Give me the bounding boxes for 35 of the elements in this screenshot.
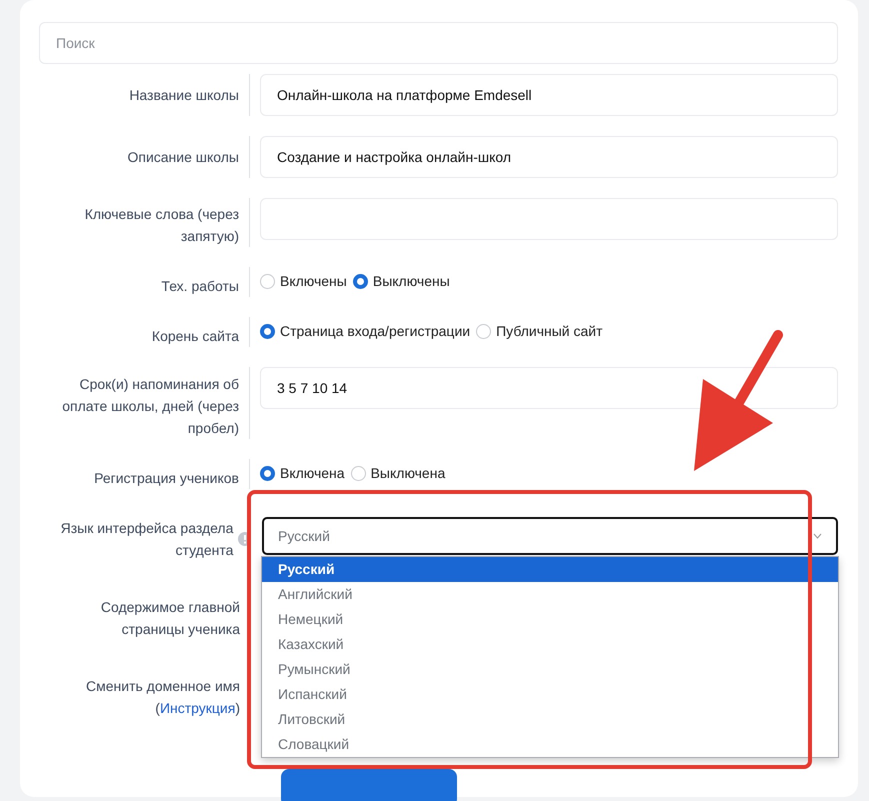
- radio-option[interactable]: Публичный сайт: [476, 321, 603, 342]
- dropdown-option[interactable]: Английский: [262, 582, 838, 607]
- radio-option[interactable]: Выключена: [350, 463, 446, 484]
- radio-option[interactable]: Включены: [260, 271, 347, 292]
- field-label: Название школы: [39, 74, 250, 116]
- dropdown-option[interactable]: Немецкий: [262, 607, 838, 632]
- chevron-icon: [813, 533, 822, 539]
- field-label: Сменить доменное имя (Инструкция): [85, 677, 241, 718]
- radio-button[interactable]: [260, 466, 275, 481]
- dropdown-option[interactable]: Литовский: [262, 707, 838, 732]
- field-label: Регистрация учеников: [39, 459, 250, 489]
- dropdown-option[interactable]: Казахский: [262, 632, 838, 657]
- radio-option[interactable]: Выключены: [352, 271, 450, 292]
- field-label: Ключевые слова (через запятую): [39, 198, 250, 247]
- submit-button[interactable]: [281, 769, 457, 801]
- field-label: Срок(и) напоминания об оплате школы, дней (через пробел): [39, 367, 250, 439]
- radio-option[interactable]: Страница входа/регистрации: [260, 321, 470, 342]
- field-label: Корень сайта: [39, 317, 250, 347]
- info-icon[interactable]: [238, 532, 250, 546]
- text-field[interactable]: Создание и настройка онлайн-школ: [260, 136, 838, 178]
- dropdown-option[interactable]: Испанский: [262, 682, 838, 707]
- radio-button[interactable]: [352, 274, 368, 289]
- search-field[interactable]: Поиск: [39, 22, 838, 64]
- field-label: Тех. работы: [39, 267, 250, 297]
- field-label: Язык интерфейса раздела студента: [60, 519, 234, 560]
- dropdown-option[interactable]: Румынский: [262, 657, 838, 682]
- radio-button[interactable]: [260, 324, 275, 339]
- text-field[interactable]: Онлайн-школа на платформе Emdesell: [260, 74, 838, 116]
- field-label: Описание школы: [39, 136, 250, 178]
- field-label: Содержимое главной страницы ученика: [100, 598, 241, 639]
- dropdown-option[interactable]: Русский: [262, 557, 838, 582]
- dropdown-option[interactable]: Словацкий: [262, 732, 838, 757]
- instruction-link[interactable]: Инструкция: [160, 700, 236, 716]
- text-field[interactable]: 3 5 7 10 14: [260, 367, 838, 409]
- radio-option[interactable]: Включена: [260, 463, 345, 484]
